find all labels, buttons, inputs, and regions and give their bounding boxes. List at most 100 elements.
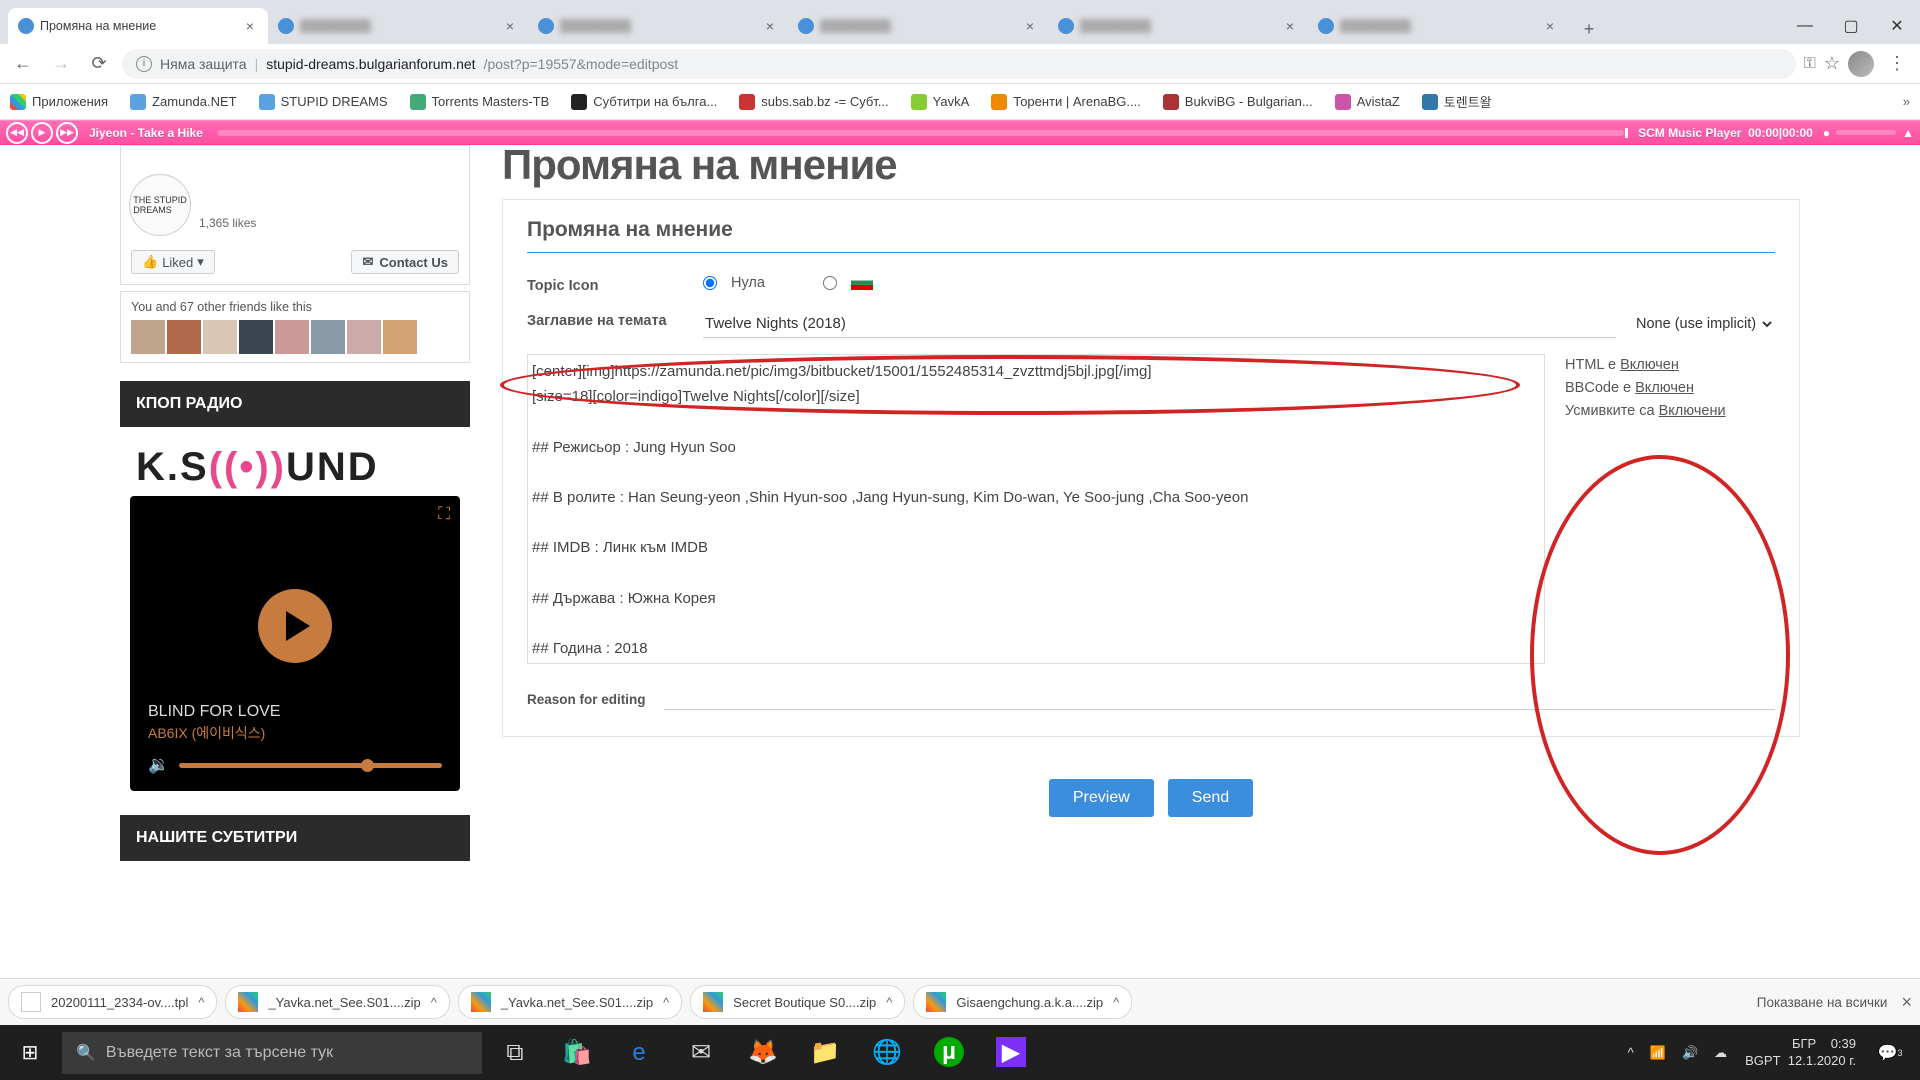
address-bar[interactable]: i Няма защита | stupid-dreams.bulgarianf…: [122, 49, 1796, 79]
topic-icon-radio-flag[interactable]: [823, 276, 837, 290]
close-icon[interactable]: ×: [1282, 18, 1298, 34]
bookmark-item[interactable]: STUPID DREAMS: [259, 94, 388, 110]
volume-slider[interactable]: [179, 763, 442, 768]
post-body-editor[interactable]: [center][img]https://zamunda.net/pic/img…: [527, 354, 1545, 664]
menu-icon[interactable]: ⋮: [1882, 49, 1912, 79]
bookmark-item[interactable]: YavkA: [911, 94, 970, 110]
download-item[interactable]: _Yavka.net_See.S01....zip^: [225, 985, 449, 1019]
close-icon[interactable]: ×: [1022, 18, 1038, 34]
avatar[interactable]: [347, 320, 381, 354]
bookmark-item[interactable]: 토렌트왈: [1422, 92, 1492, 111]
mail-icon[interactable]: ✉: [670, 1025, 732, 1080]
bbcode-status-link[interactable]: Включен: [1635, 380, 1694, 396]
back-button[interactable]: ←: [8, 49, 38, 79]
tab[interactable]: ████████×: [268, 8, 528, 44]
tab[interactable]: ████████×: [1048, 8, 1308, 44]
preview-button[interactable]: Preview: [1049, 779, 1154, 817]
avatar[interactable]: [311, 320, 345, 354]
chevron-up-icon[interactable]: ^: [431, 995, 437, 1010]
avatar[interactable]: [383, 320, 417, 354]
tab[interactable]: ████████×: [788, 8, 1048, 44]
reason-input[interactable]: [664, 688, 1775, 710]
cloud-icon[interactable]: ☁: [1706, 1045, 1735, 1061]
chrome-icon[interactable]: 🌐: [856, 1025, 918, 1080]
download-item[interactable]: Gisaengchung.a.k.a....zip^: [913, 985, 1132, 1019]
chevron-up-icon[interactable]: ^: [663, 995, 669, 1010]
avatar[interactable]: [131, 320, 165, 354]
bookmark-item[interactable]: Torrents Masters-TB: [410, 94, 550, 110]
fb-contact-button[interactable]: ✉Contact Us: [351, 250, 459, 274]
tab[interactable]: ████████×: [1308, 8, 1568, 44]
bookmark-item[interactable]: Zamunda.NET: [130, 94, 237, 110]
edge-icon[interactable]: e: [608, 1025, 670, 1080]
volume-control[interactable]: ●▲: [1823, 126, 1914, 140]
bookmark-item[interactable]: BukviBG - Bulgarian...: [1163, 94, 1313, 110]
utorrent-icon[interactable]: µ: [934, 1037, 964, 1067]
tab-active[interactable]: Промяна на мнение ×: [8, 8, 268, 44]
notifications-icon[interactable]: 💬3: [1866, 1043, 1914, 1063]
show-all-downloads[interactable]: Показване на всички×: [1757, 992, 1912, 1013]
download-item[interactable]: _Yavka.net_See.S01....zip^: [458, 985, 682, 1019]
address-bar-row: ← → ⟳ i Няма защита | stupid-dreams.bulg…: [0, 44, 1920, 84]
fb-liked-button[interactable]: 👍Liked ▾: [131, 250, 215, 274]
title-input[interactable]: [703, 310, 1616, 338]
task-view-icon[interactable]: ⧉: [484, 1025, 546, 1080]
close-icon[interactable]: ×: [762, 18, 778, 34]
title-label: Заглавие на темата: [527, 310, 703, 329]
download-item[interactable]: 20200111_2334-ov....tpl^: [8, 985, 217, 1019]
speaker-icon[interactable]: 🔉: [148, 755, 169, 775]
maximize-icon[interactable]: ▢: [1828, 8, 1874, 44]
html-status-link[interactable]: Включен: [1620, 357, 1679, 373]
volume-icon[interactable]: 🔊: [1674, 1045, 1706, 1061]
play-button[interactable]: ▶: [31, 122, 53, 144]
expand-icon[interactable]: ⛶: [438, 504, 450, 524]
favicon-icon: [18, 18, 34, 34]
track-progress[interactable]: [217, 130, 1624, 136]
play-button[interactable]: [258, 589, 332, 663]
bookmark-item[interactable]: subs.sab.bz -= Субт...: [739, 94, 888, 110]
tab[interactable]: ████████×: [528, 8, 788, 44]
bookmark-item[interactable]: Субтитри на бълга...: [571, 94, 717, 110]
download-item[interactable]: Secret Boutique S0....zip^: [690, 985, 905, 1019]
close-icon[interactable]: ×: [242, 18, 258, 34]
tray-chevron-icon[interactable]: ^: [1620, 1045, 1642, 1060]
forward-button[interactable]: →: [46, 49, 76, 79]
chevron-up-icon[interactable]: ^: [1113, 995, 1119, 1010]
avatar[interactable]: [275, 320, 309, 354]
bookmark-apps[interactable]: Приложения: [10, 94, 108, 110]
chevron-up-icon[interactable]: ^: [886, 995, 892, 1010]
avatar[interactable]: [239, 320, 273, 354]
chevron-up-icon[interactable]: ^: [198, 995, 204, 1010]
close-window-icon[interactable]: ✕: [1874, 8, 1920, 44]
implicit-select[interactable]: None (use implicit): [1630, 312, 1775, 336]
firefox-icon[interactable]: 🦊: [732, 1025, 794, 1080]
bookmarks-overflow-icon[interactable]: »: [1903, 94, 1910, 109]
smilies-status-link[interactable]: Включени: [1659, 403, 1726, 419]
close-icon[interactable]: ×: [1542, 18, 1558, 34]
bookmarks-bar: Приложения Zamunda.NET STUPID DREAMS Tor…: [0, 84, 1920, 120]
app-icon[interactable]: ▶: [996, 1037, 1026, 1067]
taskbar-search[interactable]: 🔍 Въведете текст за търсене тук: [62, 1032, 482, 1074]
store-icon[interactable]: 🛍️: [546, 1025, 608, 1080]
start-button[interactable]: ⊞: [0, 1025, 60, 1080]
explorer-icon[interactable]: 📁: [794, 1025, 856, 1080]
key-icon[interactable]: ⚿: [1804, 55, 1816, 73]
close-icon[interactable]: ×: [1901, 992, 1912, 1013]
minimize-icon[interactable]: —: [1782, 8, 1828, 44]
reload-button[interactable]: ⟳: [84, 49, 114, 79]
bookmark-item[interactable]: Торенти | ArenaBG....: [991, 94, 1141, 110]
new-tab-button[interactable]: +: [1574, 14, 1604, 44]
profile-avatar[interactable]: [1848, 51, 1874, 77]
bookmark-item[interactable]: AvistaZ: [1335, 94, 1400, 110]
avatar[interactable]: [167, 320, 201, 354]
bookmark-star-icon[interactable]: ☆: [1824, 53, 1840, 74]
site-info-icon[interactable]: i: [136, 56, 152, 72]
next-track-button[interactable]: ▶▶: [56, 122, 78, 144]
wifi-icon[interactable]: 📶: [1642, 1045, 1674, 1061]
prev-track-button[interactable]: ◀◀: [6, 122, 28, 144]
avatar[interactable]: [203, 320, 237, 354]
close-icon[interactable]: ×: [502, 18, 518, 34]
tray-lang-time[interactable]: БГР 0:39 BGPT 12.1.2020 г.: [1735, 1036, 1866, 1069]
send-button[interactable]: Send: [1168, 779, 1253, 817]
topic-icon-radio-none[interactable]: [703, 276, 717, 290]
